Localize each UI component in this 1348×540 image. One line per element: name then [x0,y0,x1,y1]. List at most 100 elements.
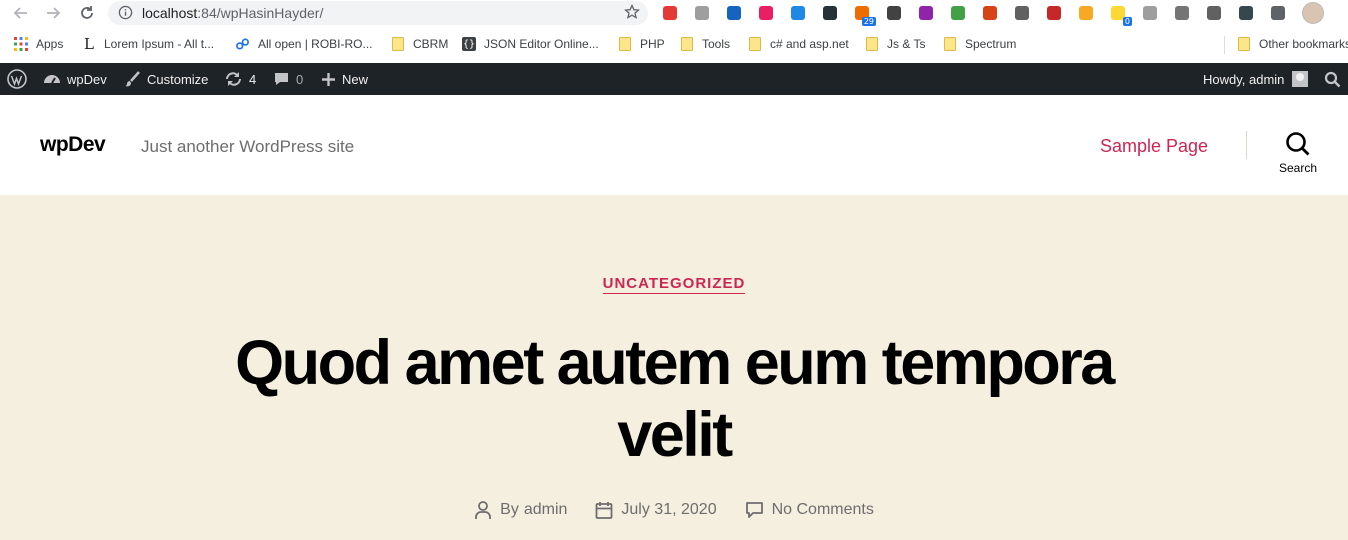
mail-x-ext-icon-glyph [695,6,709,20]
menu-item-sample-page[interactable]: Sample Page [1100,136,1208,157]
bookmark-label: PHP [640,37,665,51]
world-ext-icon[interactable] [1140,3,1160,23]
customize-button[interactable]: Customize [124,63,208,95]
eyedropper-ext-icon[interactable] [1204,3,1224,23]
t-ext-icon[interactable] [756,3,776,23]
new-label: New [342,71,369,87]
author-link[interactable]: admin [524,501,568,519]
url-text: localhost:84/wpHasinHayder/ [142,5,324,21]
profile-avatar[interactable] [1302,2,1324,24]
letter-l-icon: L [84,35,94,53]
bookmark-label: JSON Editor Online... [484,37,599,51]
circle-arrow-ext-icon-glyph [823,6,837,20]
post-date: July 31, 2020 [595,500,717,520]
bookmark-spectrum[interactable]: Spectrum [943,35,1016,53]
circle-arrow-ext-icon[interactable] [820,3,840,23]
site-description: Just another WordPress site [141,137,355,156]
browser-toolbar: localhost:84/wpHasinHayder/ 29 0 [0,0,1348,26]
world-ext-icon-glyph [1143,6,1157,20]
folder-icon [618,37,632,51]
date-link[interactable]: July 31, 2020 [621,501,716,519]
folder-icon [680,37,694,51]
purple-ext-icon[interactable] [916,3,936,23]
window-ext-icon-glyph [791,6,805,20]
category-links: UNCATEGORIZED [0,275,1348,294]
wordpress-logo-icon [7,69,27,89]
by-prefix: By [500,501,519,518]
back-button[interactable] [10,3,32,23]
entry-title[interactable]: Quod amet autem eum tempora velit [174,327,1174,471]
search-icon [1286,132,1310,156]
v-ext-icon[interactable] [724,3,744,23]
bookmark-label: c# and asp.net [770,37,849,51]
new-ext-icon[interactable] [884,3,904,23]
pencil-ext-icon[interactable] [1076,3,1096,23]
admin-avatar [1292,71,1309,87]
puzzle-ext-icon-glyph [1271,6,1285,20]
admin-search-button[interactable] [1324,63,1347,95]
search-icon [1324,71,1341,87]
my-account-button[interactable]: Howdy, admin [1203,63,1309,95]
search-label: Search [1278,161,1318,175]
bookmark-tools[interactable]: Tools [680,35,730,53]
updates-count: 4 [249,71,257,87]
camera-ext-icon[interactable] [1172,3,1192,23]
calendar-icon [596,501,613,519]
extension-badge: 29 [861,17,876,26]
comments-button[interactable]: 0 [273,63,303,95]
puzzle-ext-icon[interactable] [1268,3,1288,23]
globe-green-ext-icon[interactable] [948,3,968,23]
bookmark-cbrm[interactable]: CBRM [391,35,448,53]
search-toggle-button[interactable]: Search [1270,131,1326,181]
arrow-left-icon [13,7,27,19]
bookmark-apps[interactable]: Apps [14,35,63,53]
folder-icon [1237,37,1251,51]
bookmark-label: CBRM [413,37,449,51]
site-name-button[interactable]: wpDev [43,63,107,95]
eyedropper-ext-icon-glyph [1207,6,1221,20]
reload-icon [81,6,93,19]
updates-sync-icon [226,72,241,86]
mail-x-ext-icon[interactable] [692,3,712,23]
pencil-ext-icon-glyph [1079,6,1093,20]
comments-count: 0 [296,71,304,87]
badge-29-ext-icon[interactable]: 29 [852,3,876,26]
t-ext-icon-glyph [759,6,773,20]
dark-circle-ext-icon-glyph [1239,6,1253,20]
category-link[interactable]: UNCATEGORIZED [602,275,746,294]
extensions-row: 29 0 [660,3,1300,26]
info-icon[interactable] [118,5,133,25]
window-ext-icon[interactable] [788,3,808,23]
bug-ext-icon-glyph [983,6,997,20]
note-ext-icon[interactable]: 0 [1108,3,1132,26]
bug-ext-icon[interactable] [980,3,1000,23]
bookmark-lorem-ipsum[interactable]: L Lorem Ipsum - All t... [82,35,214,53]
reload-button[interactable] [76,3,98,23]
dark-circle-ext-icon[interactable] [1236,3,1256,23]
bookmark-js-ts[interactable]: Js & Ts [865,35,925,53]
comments-link[interactable]: No Comments [772,501,874,519]
post-comment-link: No Comments [745,500,874,520]
bookmark-csharp[interactable]: c# and asp.net [748,35,849,53]
comment-bubble-icon [275,73,288,85]
bookmark-star-icon[interactable] [623,3,641,25]
gear-ext-icon-glyph [1015,6,1029,20]
bookmark-json-editor[interactable]: {} JSON Editor Online... [462,35,599,53]
address-bar[interactable]: localhost:84/wpHasinHayder/ [108,1,648,25]
forward-button[interactable] [42,3,64,23]
bookmark-all-open[interactable]: All open | ROBI-RO... [236,35,373,53]
bookmark-other[interactable]: Other bookmarks [1237,35,1348,53]
json-braces-icon: {} [462,37,476,51]
bookmark-label: Other bookmarks [1259,37,1348,51]
new-content-button[interactable]: New [321,63,368,95]
purple-ext-icon-glyph [919,6,933,20]
gear-ext-icon[interactable] [1012,3,1032,23]
site-header: wpDev Just another WordPress site Sample… [0,95,1348,195]
bookmark-php[interactable]: PHP [618,35,665,53]
bookmarks-bar: Apps L Lorem Ipsum - All t... All open |… [0,31,1348,57]
site-title-link[interactable]: wpDev [40,133,106,157]
wp-logo-button[interactable] [7,63,33,95]
opera-ext-icon[interactable] [660,3,680,23]
updates-button[interactable]: 4 [224,63,256,95]
red-ext-icon[interactable] [1044,3,1064,23]
